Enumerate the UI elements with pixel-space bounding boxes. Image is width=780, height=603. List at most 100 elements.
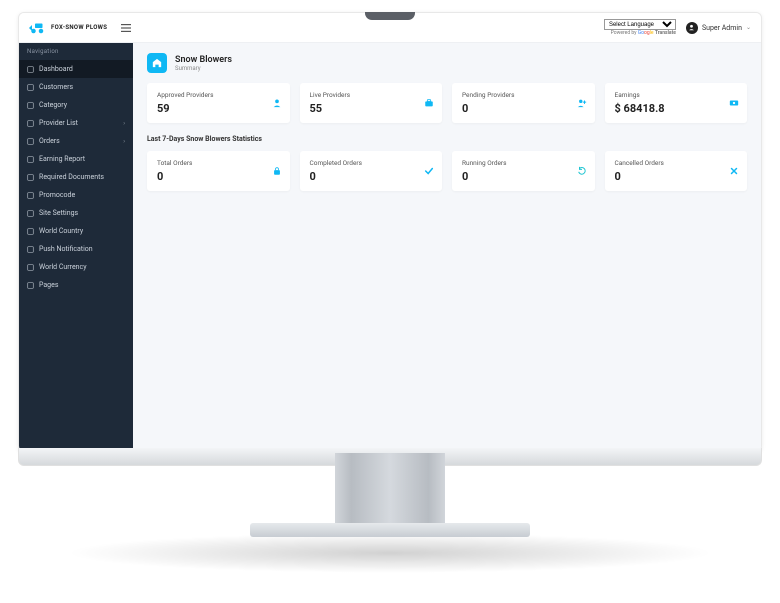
sidebar: Navigation Dashboard Customers Category Pro… xyxy=(19,43,133,451)
stat-value: $ 68418.8 xyxy=(615,102,738,115)
nav-icon xyxy=(27,120,34,127)
stat-label: Earnings xyxy=(615,91,738,99)
nav-icon xyxy=(27,174,34,181)
close-icon xyxy=(729,166,739,176)
stat-label: Approved Providers xyxy=(157,91,280,99)
nav-item-label: World Country xyxy=(39,227,125,235)
user-avatar-icon xyxy=(688,24,695,31)
monitor-stand xyxy=(250,523,530,537)
sidebar-item-customers[interactable]: Customers xyxy=(19,78,133,96)
section-title: Last 7-Days Snow Blowers Statistics xyxy=(147,135,747,143)
stat-value: 0 xyxy=(157,170,280,183)
home-icon xyxy=(152,58,162,68)
sidebar-item-required-documents[interactable]: Required Documents xyxy=(19,168,133,186)
nav-item-label: Customers xyxy=(39,83,125,91)
stat-card-pending-providers[interactable]: Pending Providers 0 xyxy=(452,83,595,123)
monitor-neck xyxy=(335,453,445,523)
language-selector: Select Language Powered by Google Transl… xyxy=(604,19,676,36)
nav-icon xyxy=(27,210,34,217)
stat-label: Running Orders xyxy=(462,159,585,167)
stat-label: Total Orders xyxy=(157,159,280,167)
translate-attribution: Powered by Google Translate xyxy=(611,30,676,36)
nav-icon xyxy=(27,264,34,271)
monitor-notch xyxy=(365,12,415,20)
nav-icon xyxy=(27,228,34,235)
user-icon xyxy=(272,98,282,108)
refresh-icon xyxy=(577,166,587,176)
stat-card-earnings[interactable]: Earnings $ 68418.8 xyxy=(605,83,748,123)
nav-item-label: Pages xyxy=(39,281,125,289)
chevron-right-icon: › xyxy=(123,120,125,127)
nav-item-label: Site Settings xyxy=(39,209,125,217)
nav-icon xyxy=(27,102,34,109)
stat-value: 0 xyxy=(462,102,585,115)
chevron-down-icon: ⌄ xyxy=(746,24,751,31)
page-header-icon xyxy=(147,53,167,73)
main-content: Snow Blowers Summary Approved Providers 5… xyxy=(133,43,761,451)
check-icon xyxy=(424,166,434,176)
sidebar-item-world-country[interactable]: World Country xyxy=(19,222,133,240)
stat-card-live-providers[interactable]: Live Providers 55 xyxy=(300,83,443,123)
money-icon xyxy=(729,98,739,108)
nav-item-label: Provider List xyxy=(39,119,118,127)
stat-card-total-orders[interactable]: Total Orders 0 xyxy=(147,151,290,191)
hamburger-icon xyxy=(121,24,131,32)
user-menu[interactable]: Super Admin ⌄ xyxy=(686,22,751,34)
stat-label: Pending Providers xyxy=(462,91,585,99)
stat-label: Live Providers xyxy=(310,91,433,99)
page-title: Snow Blowers xyxy=(175,55,232,65)
nav-item-label: Orders xyxy=(39,137,118,145)
stat-card-cancelled-orders[interactable]: Cancelled Orders 0 xyxy=(605,151,748,191)
stat-value: 55 xyxy=(310,102,433,115)
nav-icon xyxy=(27,192,34,199)
user-add-icon xyxy=(577,98,587,108)
sidebar-item-promocode[interactable]: Promocode xyxy=(19,186,133,204)
snowplow-icon xyxy=(29,22,47,34)
sidebar-item-push-notification[interactable]: Push Notification xyxy=(19,240,133,258)
chevron-right-icon: › xyxy=(123,138,125,145)
sidebar-item-earning-report[interactable]: Earning Report xyxy=(19,150,133,168)
stat-label: Completed Orders xyxy=(310,159,433,167)
brand-name: FOX-SNOW PLOWS xyxy=(51,25,107,31)
nav-section-header: Navigation xyxy=(19,43,133,60)
page-header: Snow Blowers Summary xyxy=(147,53,747,73)
nav-icon xyxy=(27,156,34,163)
sidebar-item-orders[interactable]: Orders › xyxy=(19,132,133,150)
nav-item-label: Required Documents xyxy=(39,173,125,181)
nav-icon xyxy=(27,282,34,289)
stat-card-approved-providers[interactable]: Approved Providers 59 xyxy=(147,83,290,123)
sidebar-item-world-currency[interactable]: World Currency xyxy=(19,258,133,276)
nav-icon xyxy=(27,138,34,145)
stat-label: Cancelled Orders xyxy=(615,159,738,167)
user-name-label: Super Admin xyxy=(702,24,742,32)
stat-value: 59 xyxy=(157,102,280,115)
sidebar-item-site-settings[interactable]: Site Settings xyxy=(19,204,133,222)
sidebar-item-dashboard[interactable]: Dashboard xyxy=(19,60,133,78)
avatar xyxy=(686,22,698,34)
brand-logo[interactable]: FOX-SNOW PLOWS xyxy=(29,22,107,34)
stat-value: 0 xyxy=(462,170,585,183)
menu-toggle[interactable] xyxy=(121,24,131,32)
nav-item-label: Promocode xyxy=(39,191,125,199)
nav-icon xyxy=(27,66,34,73)
nav-item-label: Push Notification xyxy=(39,245,125,253)
stats-row-secondary: Total Orders0Completed Orders0Running Or… xyxy=(147,151,747,191)
sidebar-item-provider-list[interactable]: Provider List › xyxy=(19,114,133,132)
nav-item-label: Category xyxy=(39,101,125,109)
stat-card-completed-orders[interactable]: Completed Orders 0 xyxy=(300,151,443,191)
nav-item-label: Earning Report xyxy=(39,155,125,163)
nav-icon xyxy=(27,84,34,91)
stat-value: 0 xyxy=(615,170,738,183)
stat-value: 0 xyxy=(310,170,433,183)
screen: FOX-SNOW PLOWS Select Language Powered b… xyxy=(18,12,762,452)
sidebar-item-category[interactable]: Category xyxy=(19,96,133,114)
nav-item-label: World Currency xyxy=(39,263,125,271)
briefcase-icon xyxy=(424,98,434,108)
stats-row-primary: Approved Providers 59 Live Providers 55 Pend… xyxy=(147,83,747,123)
bag-icon xyxy=(272,166,282,176)
language-select[interactable]: Select Language xyxy=(604,19,676,30)
sidebar-item-pages[interactable]: Pages xyxy=(19,276,133,294)
stat-card-running-orders[interactable]: Running Orders 0 xyxy=(452,151,595,191)
nav-icon xyxy=(27,246,34,253)
page-subtitle: Summary xyxy=(175,65,232,72)
